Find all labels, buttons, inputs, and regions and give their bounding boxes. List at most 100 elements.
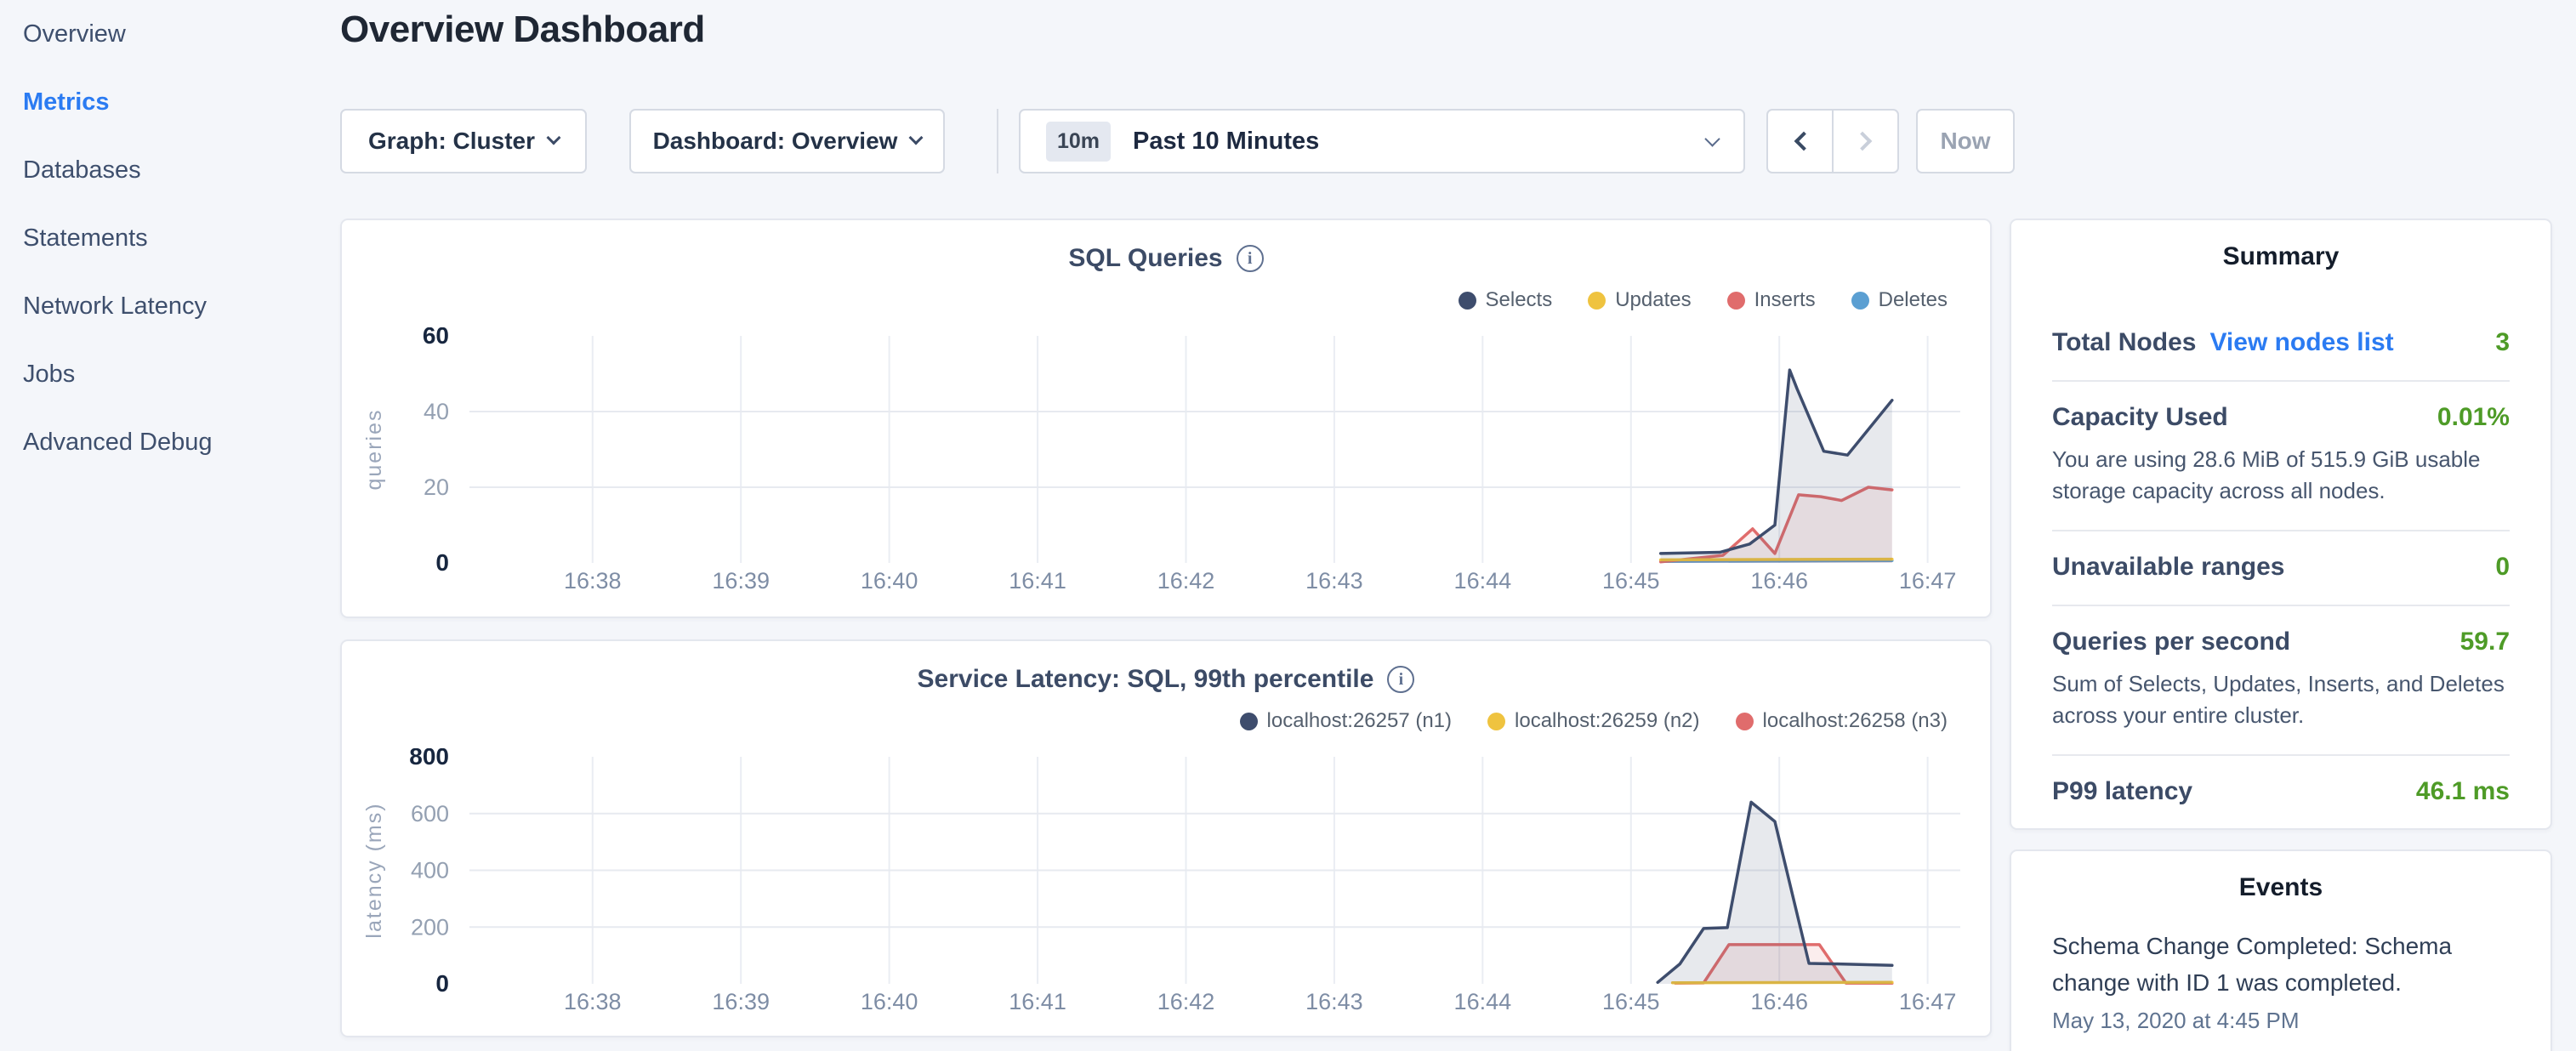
svg-text:200: 200 — [411, 914, 449, 940]
summary-row-p99-latency: P99 latency 46.1 ms — [2052, 756, 2510, 829]
summary-value: 0 — [2495, 553, 2510, 582]
svg-text:16:39: 16:39 — [712, 568, 770, 594]
svg-text:16:45: 16:45 — [1602, 989, 1660, 1014]
svg-text:16:38: 16:38 — [564, 989, 622, 1014]
svg-text:16:47: 16:47 — [1899, 568, 1957, 594]
sidebar-item-databases[interactable]: Databases — [0, 136, 340, 204]
summary-row-capacity-used: Capacity Used 0.01% You are using 28.6 M… — [2052, 382, 2510, 531]
legend-dot — [1727, 292, 1745, 310]
summary-label: Capacity Used — [2052, 403, 2228, 432]
svg-text:16:42: 16:42 — [1157, 989, 1215, 1014]
service-latency-chart: 0 200 400 600 800 16:38 16:39 16:40 16:41 16:42 16… — [342, 748, 1993, 1029]
legend-item: Deletes — [1851, 288, 1948, 312]
svg-text:600: 600 — [411, 801, 449, 827]
time-forward-button[interactable] — [1833, 109, 1899, 173]
legend-item: localhost:26258 (n3) — [1736, 709, 1948, 733]
legend-dot — [1851, 292, 1869, 310]
summary-description: You are using 28.6 MiB of 515.9 GiB usab… — [2052, 444, 2510, 507]
svg-text:queries: queries — [362, 409, 386, 491]
time-range-label: Past 10 Minutes — [1133, 128, 1319, 156]
legend-item: localhost:26259 (n2) — [1487, 709, 1699, 733]
graph-dropdown[interactable]: Graph: Cluster — [340, 109, 587, 173]
svg-text:16:46: 16:46 — [1750, 568, 1808, 594]
svg-text:16:38: 16:38 — [564, 568, 622, 594]
svg-text:800: 800 — [409, 748, 449, 770]
chevron-down-icon — [1704, 131, 1720, 146]
svg-text:16:42: 16:42 — [1157, 568, 1215, 594]
sidebar-item-network-latency[interactable]: Network Latency — [0, 272, 340, 340]
chevron-left-icon — [1794, 132, 1813, 151]
summary-label: Queries per second — [2052, 628, 2290, 656]
legend-dot — [1588, 292, 1606, 310]
legend-dot — [1736, 713, 1754, 730]
now-button[interactable]: Now — [1916, 109, 2015, 173]
chart-legend: localhost:26257 (n1) localhost:26259 (n2… — [1240, 709, 1948, 733]
time-range-dropdown[interactable]: 10m Past 10 Minutes — [1019, 109, 1745, 173]
chevron-down-icon — [909, 131, 924, 145]
svg-text:400: 400 — [411, 858, 449, 883]
sidebar-item-jobs[interactable]: Jobs — [0, 340, 340, 408]
page-title: Overview Dashboard — [340, 9, 705, 51]
svg-text:16:44: 16:44 — [1454, 989, 1512, 1014]
svg-text:16:41: 16:41 — [1009, 989, 1066, 1014]
legend-item: Updates — [1588, 288, 1691, 312]
service-latency-chart-card: Service Latency: SQL, 99th percentile i … — [340, 639, 1992, 1037]
sidebar-item-overview[interactable]: Overview — [0, 0, 340, 68]
info-icon[interactable]: i — [1387, 666, 1414, 693]
graph-dropdown-label: Graph: Cluster — [368, 128, 535, 155]
svg-text:16:43: 16:43 — [1305, 568, 1363, 594]
info-icon[interactable]: i — [1237, 245, 1264, 272]
summary-value: 46.1 ms — [2416, 777, 2510, 806]
summary-label: Unavailable ranges — [2052, 553, 2284, 582]
dashboard-dropdown[interactable]: Dashboard: Overview — [629, 109, 945, 173]
svg-text:16:45: 16:45 — [1602, 568, 1660, 594]
svg-text:40: 40 — [424, 399, 449, 424]
legend-dot — [1487, 713, 1505, 730]
legend-item: Inserts — [1727, 288, 1816, 312]
legend-dot — [1459, 292, 1476, 310]
time-step-buttons — [1766, 109, 1899, 173]
sidebar-item-metrics[interactable]: Metrics — [0, 68, 340, 136]
event-timestamp: May 13, 2020 at 4:45 PM — [2052, 1008, 2510, 1034]
divider — [997, 109, 998, 173]
summary-row-unavailable-ranges: Unavailable ranges 0 — [2052, 531, 2510, 606]
summary-label: Total Nodes — [2052, 328, 2196, 357]
time-back-button[interactable] — [1766, 109, 1833, 173]
event-item[interactable]: Schema Change Completed: Schema change w… — [2052, 928, 2510, 1034]
svg-text:16:43: 16:43 — [1305, 989, 1363, 1014]
summary-title: Summary — [2052, 242, 2510, 271]
summary-description: Sum of Selects, Updates, Inserts, and De… — [2052, 668, 2510, 731]
sidebar-item-statements[interactable]: Statements — [0, 204, 340, 272]
svg-text:16:40: 16:40 — [861, 989, 918, 1014]
main-content: Overview Dashboard Graph: Cluster Dashbo… — [340, 0, 1992, 1051]
legend-item: Selects — [1459, 288, 1553, 312]
legend-item: localhost:26257 (n1) — [1240, 709, 1452, 733]
sql-queries-chart-card: SQL Queries i Selects Updates Inserts De… — [340, 219, 1992, 618]
sql-queries-chart: 020406016:3816:3916:4016:4116:4216:4316:… — [342, 327, 1993, 608]
chart-legend: Selects Updates Inserts Deletes — [1459, 288, 1948, 312]
svg-text:16:47: 16:47 — [1899, 989, 1957, 1014]
summary-value: 59.7 — [2460, 628, 2510, 656]
summary-value: 3 — [2495, 328, 2510, 357]
summary-value: 0.01% — [2437, 403, 2510, 432]
svg-text:16:46: 16:46 — [1750, 989, 1808, 1014]
svg-text:60: 60 — [423, 327, 449, 349]
summary-panel: Summary Total Nodes View nodes list 3 Ca… — [2010, 219, 2552, 830]
svg-text:20: 20 — [424, 474, 449, 500]
chart-title: SQL Queries — [1068, 244, 1222, 273]
svg-text:latency (ms): latency (ms) — [362, 802, 386, 938]
summary-row-total-nodes: Total Nodes View nodes list 3 — [2052, 307, 2510, 382]
svg-text:16:41: 16:41 — [1009, 568, 1066, 594]
sidebar: Overview Metrics Databases Statements Ne… — [0, 0, 340, 1051]
time-range-badge: 10m — [1046, 122, 1111, 162]
page: Overview Metrics Databases Statements Ne… — [0, 0, 2576, 1051]
events-panel: Events Schema Change Completed: Schema c… — [2010, 849, 2552, 1051]
chevron-down-icon — [547, 131, 561, 145]
dashboard-dropdown-label: Dashboard: Overview — [653, 128, 898, 155]
svg-text:0: 0 — [435, 970, 449, 997]
view-nodes-list-link[interactable]: View nodes list — [2209, 328, 2393, 357]
svg-text:16:39: 16:39 — [712, 989, 770, 1014]
summary-row-queries-per-second: Queries per second 59.7 Sum of Selects, … — [2052, 606, 2510, 756]
event-text: Schema Change Completed: Schema change w… — [2052, 928, 2460, 1001]
sidebar-item-advanced-debug[interactable]: Advanced Debug — [0, 408, 340, 476]
